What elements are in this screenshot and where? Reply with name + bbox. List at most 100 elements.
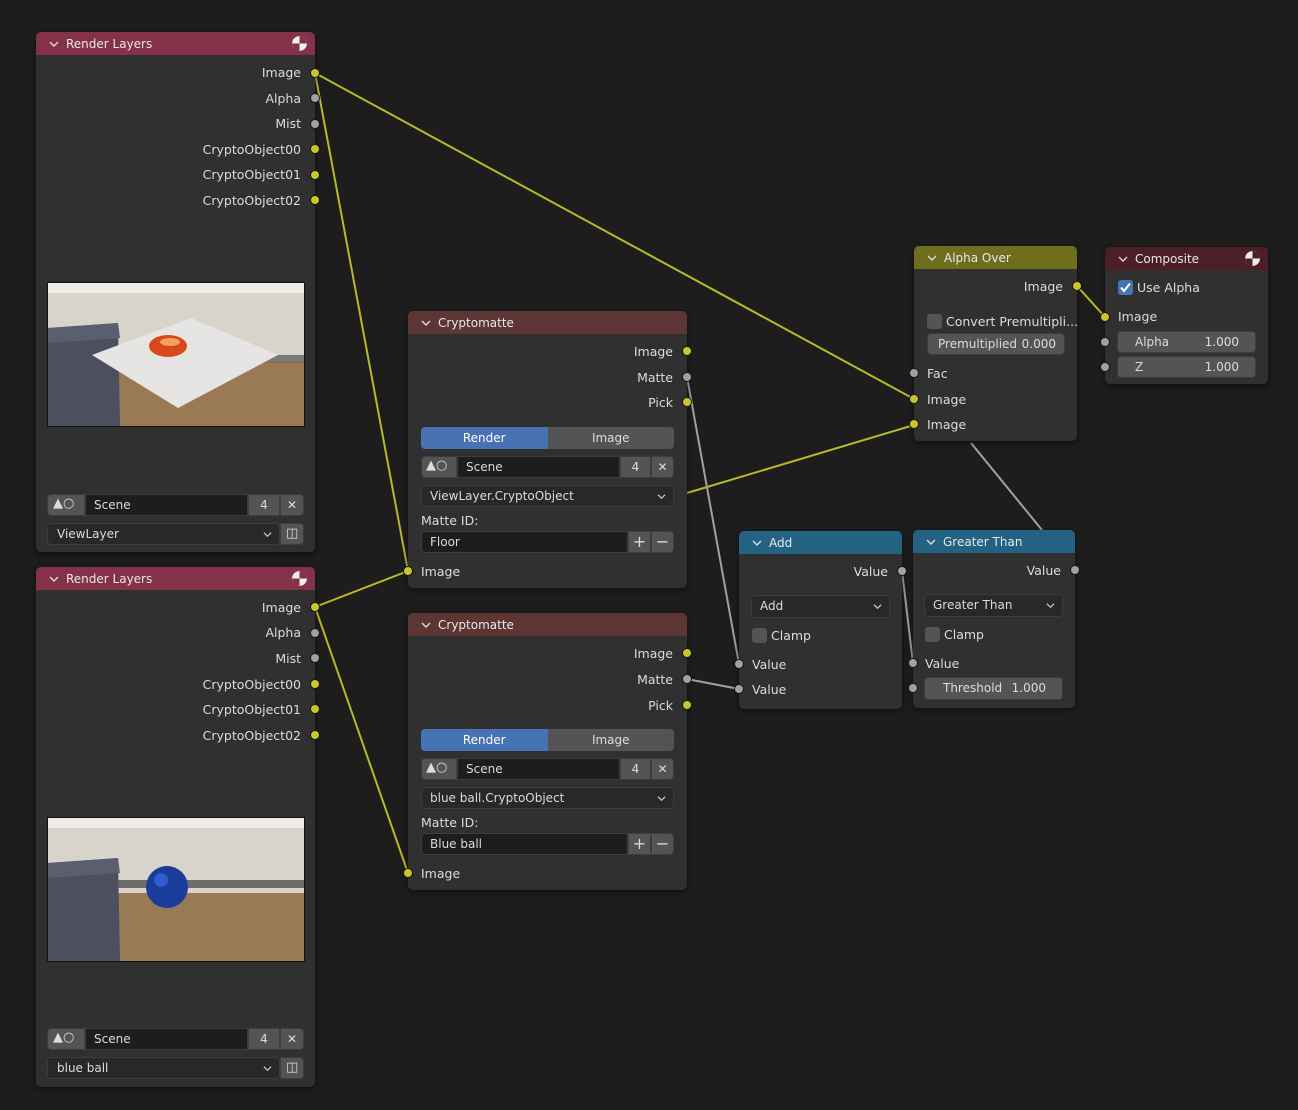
output-socket-pick[interactable]: [682, 397, 692, 407]
add-matte-button[interactable]: +: [628, 833, 651, 855]
scene-users-count[interactable]: 4: [248, 1028, 280, 1050]
input-socket-alpha[interactable]: [1100, 337, 1110, 347]
remove-matte-button[interactable]: −: [651, 531, 674, 553]
tab-image[interactable]: Image: [547, 427, 674, 449]
unlink-scene-button[interactable]: ✕: [651, 758, 674, 780]
node-header[interactable]: Composite: [1105, 247, 1268, 270]
input-socket-image-1[interactable]: [909, 394, 919, 404]
input-socket-image[interactable]: [403, 868, 413, 878]
scene-type-selector[interactable]: ▲○: [47, 494, 85, 516]
input-socket-threshold[interactable]: [908, 683, 918, 693]
render-layer-button[interactable]: ◫: [280, 523, 304, 545]
cryptomatte-node-2[interactable]: Cryptomatte Image Matte Pick Render Imag…: [403, 613, 692, 890]
matte-id-field[interactable]: Floor: [421, 531, 628, 553]
chevron-down-icon[interactable]: [926, 252, 938, 264]
output-socket-image[interactable]: [310, 68, 320, 78]
input-socket-fac[interactable]: [909, 368, 919, 378]
output-socket-cryptoobject02[interactable]: [310, 730, 320, 740]
alpha-over-node[interactable]: Alpha Over Image Convert Premultipli... …: [909, 246, 1082, 441]
node-header[interactable]: Render Layers: [36, 32, 315, 55]
view-layer-dropdown[interactable]: blue ball: [47, 1057, 280, 1079]
output-socket-image[interactable]: [682, 648, 692, 658]
operation-dropdown[interactable]: Greater Than: [924, 594, 1063, 617]
output-socket-image[interactable]: [682, 346, 692, 356]
tab-render[interactable]: Render: [421, 729, 548, 751]
scene-field[interactable]: Scene: [457, 456, 620, 478]
unlink-scene-button[interactable]: ✕: [651, 456, 674, 478]
threshold-value-field[interactable]: Threshold 1.000: [924, 677, 1063, 700]
scene-field[interactable]: Scene: [85, 1028, 248, 1050]
scene-type-selector[interactable]: ▲○: [421, 456, 457, 478]
input-socket-image[interactable]: [403, 566, 413, 576]
output-socket-cryptoobject01[interactable]: [310, 170, 320, 180]
tab-image[interactable]: Image: [547, 729, 674, 751]
input-socket-value-2[interactable]: [734, 684, 744, 694]
node-header[interactable]: Alpha Over: [914, 246, 1077, 269]
output-socket-cryptoobject02[interactable]: [310, 195, 320, 205]
math-greater-than-node[interactable]: Greater Than Value Greater Than Clamp Va…: [908, 530, 1080, 708]
output-socket-image[interactable]: [1072, 281, 1082, 291]
unlink-scene-button[interactable]: ✕: [280, 494, 304, 516]
scene-users-count[interactable]: 4: [248, 494, 280, 516]
scene-users-count[interactable]: 4: [620, 456, 651, 478]
render-layers-node-2[interactable]: Render Layers Image Alpha Mist CryptoObj…: [36, 567, 320, 1087]
scene-type-selector[interactable]: ▲○: [47, 1028, 85, 1050]
matte-id-field[interactable]: Blue ball: [421, 833, 628, 855]
render-layer-button[interactable]: ◫: [280, 1057, 304, 1079]
input-socket-value-1[interactable]: [734, 659, 744, 669]
z-value-field[interactable]: Z 1.000: [1117, 356, 1256, 378]
link-crypto2-matte-to-add: [686, 678, 740, 690]
use-alpha-checkbox[interactable]: [1118, 280, 1133, 295]
output-socket-mist[interactable]: [310, 119, 320, 129]
output-socket-image[interactable]: [310, 602, 320, 612]
output-socket-alpha[interactable]: [310, 93, 320, 103]
alpha-value-field[interactable]: Alpha 1.000: [1117, 331, 1256, 353]
node-header[interactable]: Greater Than: [913, 530, 1075, 553]
chevron-down-icon[interactable]: [420, 619, 432, 631]
scene-type-selector[interactable]: ▲○: [421, 758, 457, 780]
cryptomatte-layer-dropdown[interactable]: ViewLayer.CryptoObject: [421, 485, 674, 507]
node-header[interactable]: Add: [739, 531, 902, 554]
node-header[interactable]: Render Layers: [36, 567, 315, 590]
operation-dropdown[interactable]: Add: [751, 595, 890, 618]
remove-matte-button[interactable]: −: [651, 833, 674, 855]
input-socket-image[interactable]: [1100, 312, 1110, 322]
cryptomatte-node-1[interactable]: Cryptomatte Image Matte Pick Render Imag…: [403, 311, 692, 588]
chevron-down-icon[interactable]: [1117, 253, 1129, 265]
output-socket-matte[interactable]: [682, 674, 692, 684]
output-socket-cryptoobject00[interactable]: [310, 679, 320, 689]
output-socket-pick[interactable]: [682, 700, 692, 710]
chevron-down-icon[interactable]: [925, 536, 937, 548]
output-socket-mist[interactable]: [310, 653, 320, 663]
chevron-down-icon[interactable]: [48, 38, 60, 50]
scene-field[interactable]: Scene: [457, 758, 620, 780]
chevron-down-icon[interactable]: [751, 537, 763, 549]
output-socket-matte[interactable]: [682, 372, 692, 382]
composite-node[interactable]: Composite Use Alpha Image Alpha 1.000 Z …: [1100, 247, 1268, 384]
output-socket-value[interactable]: [897, 566, 907, 576]
tab-render[interactable]: Render: [421, 427, 548, 449]
output-socket-value[interactable]: [1070, 565, 1080, 575]
clamp-checkbox[interactable]: [752, 628, 767, 643]
math-add-node[interactable]: Add Value Add Clamp Value Value: [734, 531, 907, 709]
scene-field[interactable]: Scene: [85, 494, 248, 516]
output-socket-cryptoobject00[interactable]: [310, 144, 320, 154]
unlink-scene-button[interactable]: ✕: [280, 1028, 304, 1050]
clamp-checkbox[interactable]: [925, 627, 940, 642]
render-layers-node-1[interactable]: Render Layers Image Alpha Mist CryptoObj…: [36, 32, 320, 552]
node-header[interactable]: Cryptomatte: [408, 311, 687, 334]
input-socket-z[interactable]: [1100, 362, 1110, 372]
input-socket-value[interactable]: [908, 658, 918, 668]
view-layer-dropdown[interactable]: ViewLayer: [47, 523, 280, 545]
cryptomatte-layer-dropdown[interactable]: blue ball.CryptoObject: [421, 787, 674, 809]
input-socket-image-2[interactable]: [909, 419, 919, 429]
output-socket-alpha[interactable]: [310, 628, 320, 638]
chevron-down-icon[interactable]: [48, 573, 60, 585]
node-header[interactable]: Cryptomatte: [408, 613, 687, 636]
chevron-down-icon[interactable]: [420, 317, 432, 329]
output-socket-cryptoobject01[interactable]: [310, 704, 320, 714]
premultiplied-slider[interactable]: Premultiplied 0.000: [927, 333, 1065, 355]
convert-premultiplied-checkbox[interactable]: [927, 314, 942, 329]
scene-users-count[interactable]: 4: [620, 758, 651, 780]
add-matte-button[interactable]: +: [628, 531, 651, 553]
